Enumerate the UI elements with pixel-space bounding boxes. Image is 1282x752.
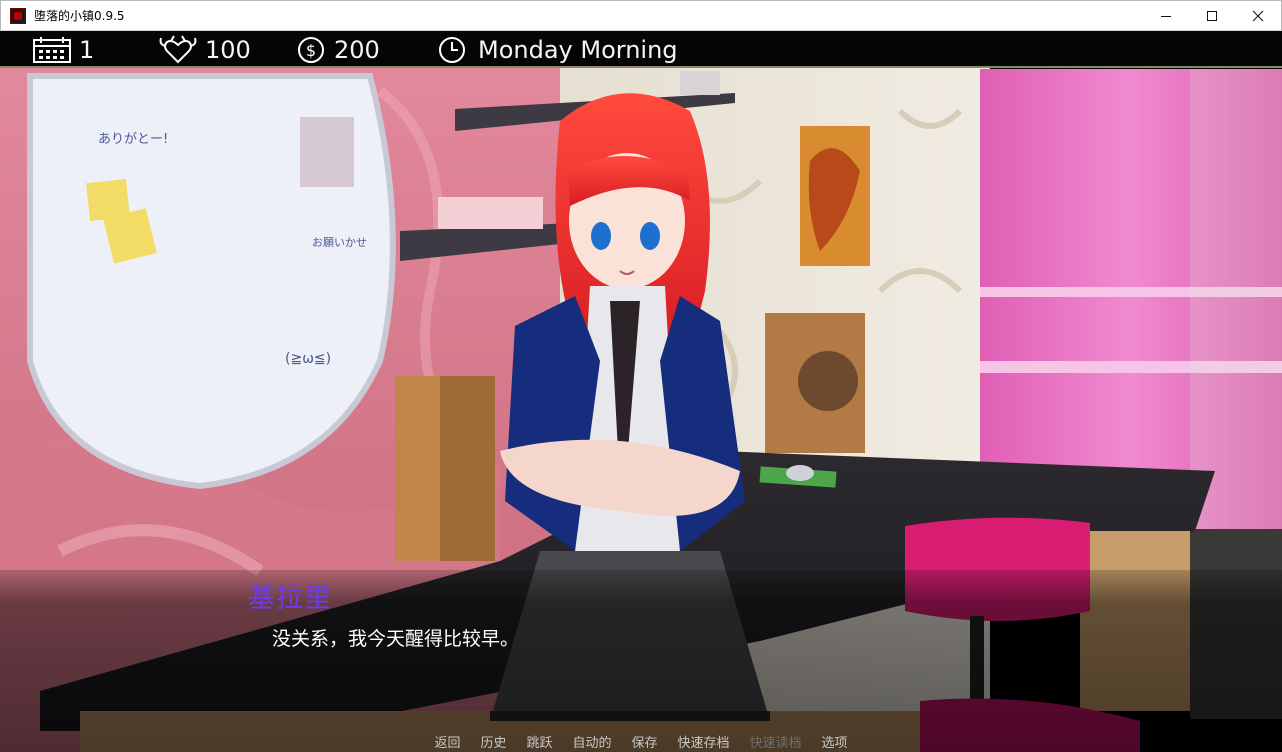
svg-text:$: $ <box>306 41 316 60</box>
status-hud: 1 100 $ 200 Monday Morning <box>0 31 1282 68</box>
close-icon <box>1252 10 1264 21</box>
maximize-icon <box>1207 10 1217 21</box>
quick-menu-auto[interactable]: 自动的 <box>562 732 621 751</box>
money-value: 200 <box>334 35 380 64</box>
calendar-icon <box>33 36 71 63</box>
game-viewport[interactable]: ありがとー! お願いかせ (≧ω≦) 1 100 $ 200 Monday Mo… <box>0 31 1282 752</box>
whiteboard-note-3: (≧ω≦) <box>285 351 331 367</box>
quick-menu-preferences[interactable]: 选项 <box>812 732 858 751</box>
maximize-button[interactable] <box>1189 1 1235 30</box>
dialogue-text: 没关系，我今天醒得比较早。 <box>272 628 520 650</box>
window-titlebar: 堕落的小镇0.9.5 <box>0 0 1282 31</box>
hud-lust: 100 <box>157 31 251 68</box>
close-button[interactable] <box>1235 1 1281 30</box>
minimize-button[interactable] <box>1143 1 1189 30</box>
quick-menu-back[interactable]: 返回 <box>424 732 470 751</box>
quick-menu: 返回 历史 跳跃 自动的 保存 快速存档 快速读档 选项 <box>0 730 1282 752</box>
quick-menu-skip[interactable]: 跳跃 <box>516 732 562 751</box>
hud-money: $ 200 <box>297 31 380 68</box>
day-value: 1 <box>79 35 95 64</box>
hud-time: Monday Morning <box>438 31 678 68</box>
window-controls <box>1143 1 1281 30</box>
quick-menu-save[interactable]: 保存 <box>622 732 668 751</box>
dollar-coin-icon: $ <box>298 36 324 63</box>
dialogue-window[interactable]: 基拉里 没关系，我今天醒得比较早。 返回 历史 跳跃 自动的 保存 快速存档 快… <box>0 570 1282 752</box>
quick-menu-quick-load: 快速读档 <box>749 735 802 751</box>
quick-menu-history[interactable]: 历史 <box>470 732 516 751</box>
minimize-icon <box>1161 15 1171 17</box>
lust-value: 100 <box>205 35 251 64</box>
quick-menu-quick-save[interactable]: 快速存档 <box>668 732 740 751</box>
whiteboard-note-2: お願いかせ <box>312 236 367 249</box>
hud-day: 1 <box>33 31 94 68</box>
time-value: Monday Morning <box>478 35 678 64</box>
app-icon <box>10 7 26 24</box>
tissue-box <box>438 197 543 229</box>
whiteboard-note-1: ありがとー! <box>98 132 168 147</box>
clock-icon <box>439 36 465 63</box>
demon-heart-icon <box>159 34 197 63</box>
speaker-name: 基拉里 <box>248 583 332 614</box>
window-title: 堕落的小镇0.9.5 <box>34 9 125 23</box>
